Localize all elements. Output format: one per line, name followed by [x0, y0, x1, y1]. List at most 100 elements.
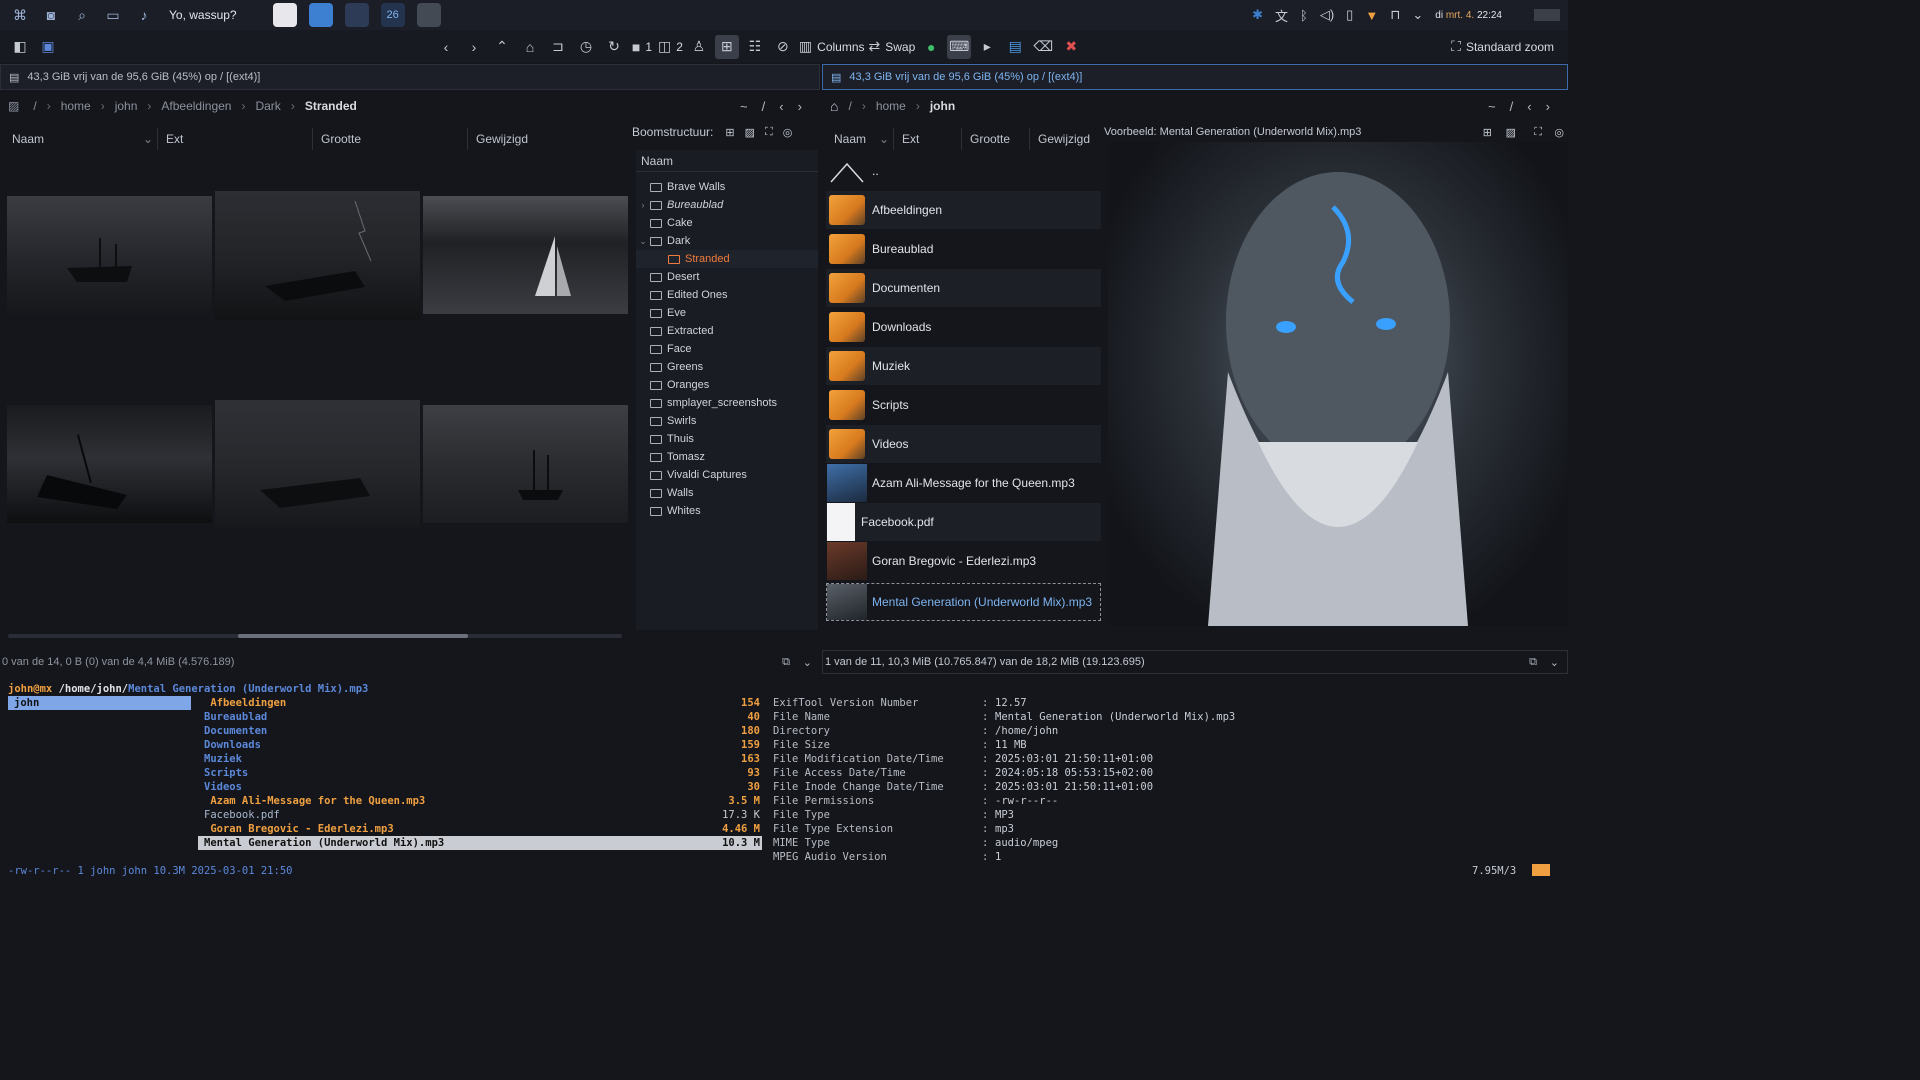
- chevron-down-icon[interactable]: ⌄: [1550, 656, 1559, 669]
- user-avatar-app-icon[interactable]: [416, 3, 441, 27]
- desktop-preview[interactable]: [1534, 9, 1560, 21]
- screenshot-icon[interactable]: ◙: [40, 5, 62, 25]
- nav-forward[interactable]: ›: [798, 99, 802, 114]
- settings-icon[interactable]: ◎: [1554, 126, 1564, 139]
- tree-node[interactable]: Brave Walls: [636, 178, 818, 196]
- sync-icon[interactable]: ●: [919, 35, 943, 59]
- tree-node[interactable]: Edited Ones: [636, 286, 818, 304]
- single-pane-button[interactable]: ■ 1: [630, 35, 654, 59]
- tree-node[interactable]: Greens: [636, 358, 818, 376]
- user-icon[interactable]: ♙: [687, 35, 711, 59]
- crumb-root[interactable]: /: [33, 99, 36, 113]
- crumb-root[interactable]: /: [848, 99, 851, 113]
- tree-node[interactable]: Eve: [636, 304, 818, 322]
- thumbnail-image[interactable]: [423, 405, 628, 523]
- clock[interactable]: di mrt. 4. 22:24: [1435, 10, 1502, 21]
- crumb-home[interactable]: home: [61, 99, 91, 113]
- usb-icon[interactable]: ⊓: [1390, 7, 1400, 23]
- terminal-icon[interactable]: ⌨: [947, 34, 972, 59]
- file-manager-icon[interactable]: ▭: [102, 5, 124, 25]
- home-icon[interactable]: ⌂: [518, 35, 542, 59]
- terminal-list-item[interactable]: Goran Bregovic - Ederlezi.mp3: [204, 822, 393, 836]
- terminal-list-item[interactable]: Documenten: [204, 724, 267, 738]
- crop-icon[interactable]: ⛶: [765, 126, 773, 139]
- refresh-icon[interactable]: ↻: [602, 35, 626, 59]
- nav-home-tilde[interactable]: ~: [1488, 99, 1496, 114]
- crumb-dark[interactable]: Dark: [255, 99, 280, 113]
- terminal-list-item[interactable]: Bureaublad: [204, 710, 267, 724]
- terminal-list-item[interactable]: Videos: [204, 780, 242, 794]
- terminal-list-item[interactable]: Afbeeldingen: [204, 696, 286, 710]
- list-item[interactable]: Afbeeldingen: [826, 191, 1101, 229]
- volume-icon[interactable]: ◁): [1320, 7, 1334, 23]
- tree-node[interactable]: Whites: [636, 502, 818, 520]
- crumb-stranded[interactable]: Stranded: [305, 99, 357, 113]
- translate-icon[interactable]: 文: [1275, 6, 1288, 25]
- image-icon[interactable]: ▨: [1506, 126, 1516, 139]
- crumb-afbeeldingen[interactable]: Afbeeldingen: [161, 99, 231, 113]
- settings-icon[interactable]: ◎: [783, 126, 793, 139]
- col-modified[interactable]: Gewijzigd: [1030, 128, 1100, 150]
- list-item[interactable]: Scripts: [826, 386, 1101, 424]
- tree-node[interactable]: ⌄ Dark: [636, 232, 818, 250]
- terminal-list-item[interactable]: Downloads: [204, 738, 261, 752]
- thumbnail-image[interactable]: [423, 196, 628, 314]
- tree-option-icon[interactable]: ⊞: [725, 126, 734, 139]
- col-name[interactable]: Naam ⌄: [826, 128, 894, 150]
- tree-node[interactable]: Swirls: [636, 412, 818, 430]
- image-icon[interactable]: ▨: [745, 126, 755, 139]
- thumbnail-image[interactable]: [215, 400, 420, 529]
- hidden-files-icon[interactable]: ⊘: [771, 35, 795, 59]
- terminal-list-item[interactable]: Scripts: [204, 766, 248, 780]
- crumb-john[interactable]: john: [115, 99, 138, 113]
- tree-node[interactable]: Vivaldi Captures: [636, 466, 818, 484]
- terminal-list-item[interactable]: Muziek: [204, 752, 242, 766]
- nav-home-tilde[interactable]: ~: [740, 99, 748, 114]
- home-icon[interactable]: ⌂: [830, 98, 838, 114]
- parent-dir-item[interactable]: ..: [826, 152, 1101, 190]
- tree-node[interactable]: Cake: [636, 214, 818, 232]
- thumbnail-image[interactable]: [7, 405, 212, 523]
- trash-icon[interactable]: ⌫: [1031, 35, 1055, 59]
- terminal-list-item[interactable]: Azam Ali-Message for the Queen.mp3: [204, 794, 425, 808]
- list-item[interactable]: Videos: [826, 425, 1101, 463]
- list-item[interactable]: Goran Bregovic - Ederlezi.mp3: [826, 542, 1101, 580]
- music-note-icon[interactable]: ♪: [133, 5, 155, 25]
- thumbnail-image[interactable]: [7, 196, 212, 314]
- tree-node[interactable]: smplayer_screenshots: [636, 394, 818, 412]
- list-item[interactable]: Muziek: [826, 347, 1101, 385]
- horizontal-scrollbar[interactable]: [8, 634, 622, 638]
- thumbnail-image[interactable]: [215, 191, 420, 320]
- grid-view-icon[interactable]: ⊞: [714, 34, 739, 59]
- back-icon[interactable]: ‹: [434, 35, 458, 59]
- list-item[interactable]: Azam Ali-Message for the Queen.mp3: [826, 464, 1101, 502]
- nav-back[interactable]: ‹: [779, 99, 783, 114]
- app-launcher-icon[interactable]: ⌘: [9, 5, 31, 25]
- list-item[interactable]: Documenten: [826, 269, 1101, 307]
- list-item[interactable]: Facebook.pdf: [826, 503, 1101, 541]
- nav-root[interactable]: /: [762, 99, 766, 114]
- sidebar-toggle-icon[interactable]: ◧: [8, 35, 32, 59]
- col-name[interactable]: Naam ⌄: [4, 128, 158, 150]
- tree-node[interactable]: Tomasz: [636, 448, 818, 466]
- tree-node[interactable]: Oranges: [636, 376, 818, 394]
- forward-icon[interactable]: ›: [462, 35, 486, 59]
- command-icon[interactable]: ▸: [975, 35, 999, 59]
- tree-node[interactable]: Extracted: [636, 322, 818, 340]
- wifi-icon[interactable]: ▼: [1365, 8, 1378, 23]
- calendar-app-icon[interactable]: [272, 3, 297, 27]
- delete-icon[interactable]: ✖: [1059, 35, 1083, 59]
- col-size[interactable]: Grootte: [313, 128, 468, 150]
- document-icon[interactable]: ▤: [1003, 35, 1027, 59]
- network-icon[interactable]: ✱: [1252, 7, 1263, 23]
- terminal-list-item-selected[interactable]: Mental Generation (Underworld Mix).mp3 10…: [198, 836, 762, 850]
- col-ext[interactable]: Ext: [158, 128, 313, 150]
- chevron-down-icon[interactable]: ⌄: [803, 656, 812, 669]
- terminal-list-item[interactable]: Facebook.pdf: [204, 808, 280, 822]
- terminal-panel[interactable]: john@mx /home/john/Mental Generation (Un…: [0, 680, 1568, 882]
- tools-app-icon[interactable]: [344, 3, 369, 27]
- dual-pane-button[interactable]: ◫ 2: [658, 35, 683, 59]
- battery-icon[interactable]: ▯: [1346, 7, 1353, 23]
- tree-column-header[interactable]: Naam: [636, 150, 818, 172]
- up-icon[interactable]: ⌃: [490, 35, 514, 59]
